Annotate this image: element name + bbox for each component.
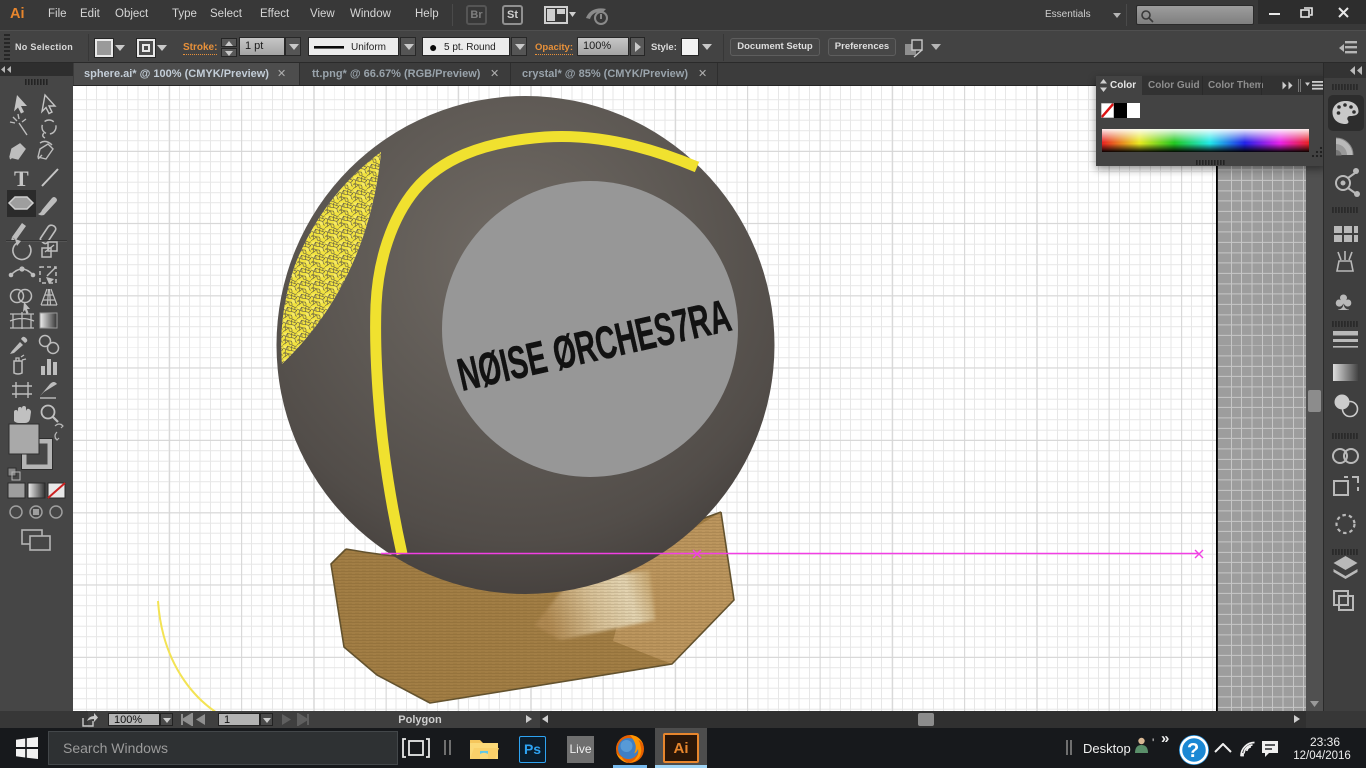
svg-text:♣: ♣ <box>1335 286 1352 316</box>
svg-text:T: T <box>14 166 29 191</box>
svg-text:?: ? <box>1187 740 1199 762</box>
